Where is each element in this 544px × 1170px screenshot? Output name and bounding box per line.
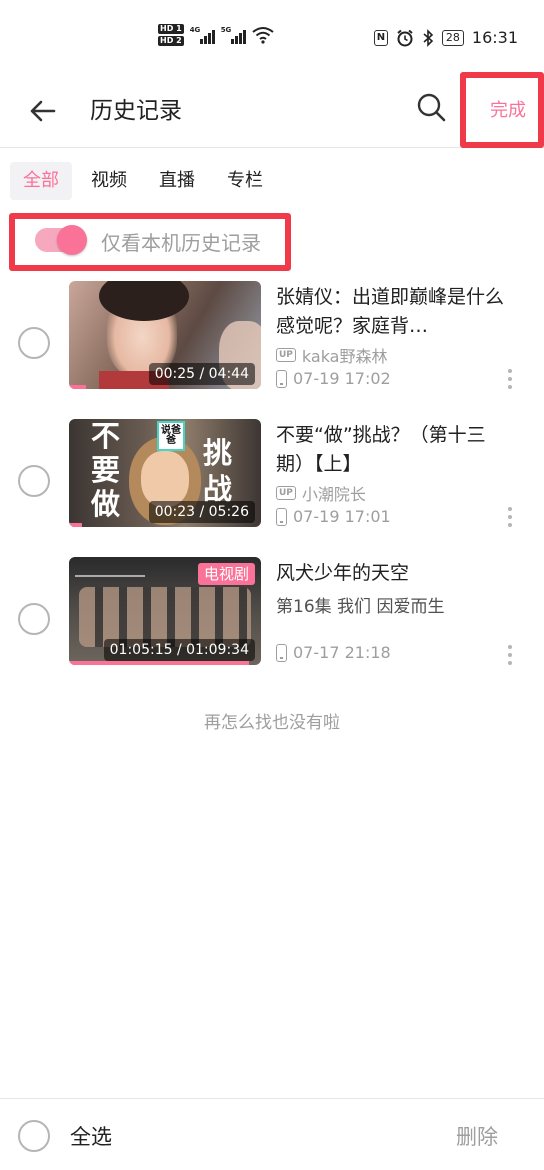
network-type-1: 4G — [189, 26, 201, 34]
watch-date: 07-19 17:01 — [293, 507, 391, 526]
video-duration: 00:25 / 04:44 — [148, 363, 255, 385]
tv-series-badge: 电视剧 — [197, 563, 255, 585]
system-indicators: N 28 16:31 — [373, 28, 518, 47]
history-item[interactable]: 电视剧 01:05:15 / 01:09:34 风犬少年的天空 第16集 我们 … — [0, 557, 544, 667]
select-all-label[interactable]: 全选 — [70, 1121, 112, 1151]
page-title: 历史记录 — [90, 98, 182, 124]
phone-icon — [276, 643, 287, 662]
episode-subtitle: 第16集 我们 因爱而生 — [276, 597, 445, 617]
hd2-badge: HD 2 — [158, 36, 184, 46]
network-type-2: 5G — [220, 26, 232, 34]
phone-icon — [276, 369, 287, 388]
video-duration: 00:23 / 05:26 — [148, 501, 255, 523]
watch-time: 07-17 21:18 — [276, 643, 391, 662]
local-history-highlight-box: 仅看本机历史记录 — [9, 213, 291, 271]
bottom-action-bar: 全选 删除 — [0, 1098, 544, 1170]
watch-date: 07-17 21:18 — [293, 643, 391, 662]
select-radio[interactable] — [18, 603, 50, 635]
status-bar: HD 1 HD 2 4G 5G N 28 16:31 — [0, 0, 544, 78]
more-options-icon[interactable] — [506, 369, 514, 389]
search-icon[interactable] — [414, 90, 448, 124]
video-thumbnail[interactable]: 00:25 / 04:44 — [69, 281, 261, 389]
done-button[interactable]: 完成 — [490, 96, 526, 122]
category-tabs: 全部 视频 直播 专栏 — [10, 162, 276, 200]
watch-date: 07-19 17:02 — [293, 369, 391, 388]
tab-live[interactable]: 直播 — [146, 162, 208, 200]
bluetooth-icon — [423, 28, 434, 47]
tab-column[interactable]: 专栏 — [214, 162, 276, 200]
watch-time: 07-19 17:02 — [276, 369, 391, 388]
signal-icon: 4G — [190, 26, 215, 44]
end-of-list-note: 再怎么找也没有啦 — [204, 713, 340, 733]
select-radio[interactable] — [18, 465, 50, 497]
clock: 16:31 — [471, 28, 518, 47]
video-thumbnail[interactable]: 不要做 挑战 说爸爸 00:23 / 05:26 — [69, 419, 261, 527]
video-title: 风犬少年的天空 — [276, 562, 410, 584]
video-thumbnail[interactable]: 电视剧 01:05:15 / 01:09:34 — [69, 557, 261, 665]
signal-icon: 5G — [221, 26, 246, 44]
local-history-toggle[interactable] — [35, 225, 87, 255]
select-all-radio[interactable] — [18, 1120, 50, 1152]
nfc-icon: N — [373, 29, 388, 46]
up-badge: UP — [276, 348, 296, 362]
select-radio[interactable] — [18, 327, 50, 359]
up-badge: UP — [276, 486, 296, 500]
back-arrow-icon[interactable] — [26, 94, 60, 128]
uploader-name: kaka野森林 — [301, 347, 388, 366]
app-header: 历史记录 完成 — [0, 72, 544, 148]
uploader-name: 小潮院长 — [301, 485, 366, 504]
more-options-icon[interactable] — [506, 645, 514, 665]
hd-badges: HD 1 HD 2 — [158, 24, 184, 46]
done-highlight-box: 完成 — [460, 72, 544, 148]
uploader-info: UP kaka野森林 — [276, 343, 388, 367]
toggle-knob — [57, 225, 87, 255]
hd1-badge: HD 1 — [158, 24, 184, 34]
video-duration: 01:05:15 / 01:09:34 — [103, 639, 255, 661]
alarm-icon — [397, 29, 413, 46]
tab-video[interactable]: 视频 — [78, 162, 140, 200]
video-title: 张婧仪：出道即巅峰是什么感觉呢？家庭背… — [276, 286, 505, 337]
thumb-big-text-left: 不要做 — [91, 419, 121, 521]
watch-time: 07-19 17:01 — [276, 507, 391, 526]
delete-button[interactable]: 删除 — [456, 1121, 498, 1151]
thumb-big-text-right: 挑战 — [203, 436, 233, 506]
more-options-icon[interactable] — [506, 507, 514, 527]
thumb-sticker: 说爸爸 — [157, 421, 185, 451]
history-item[interactable]: 00:25 / 04:44 张婧仪：出道即巅峰是什么感觉呢？家庭背… UP ka… — [0, 281, 544, 391]
battery-indicator: 28 — [441, 29, 464, 46]
video-title: 不要“做”挑战？（第十三期）【上】 — [276, 424, 486, 475]
watch-progress-bar — [69, 385, 87, 389]
history-item[interactable]: 不要做 挑战 说爸爸 00:23 / 05:26 不要“做”挑战？（第十三期）【… — [0, 419, 544, 529]
local-history-label: 仅看本机历史记录 — [101, 231, 261, 255]
tab-all[interactable]: 全部 — [10, 162, 72, 200]
watch-progress-bar — [69, 523, 83, 527]
watch-progress-bar — [69, 661, 250, 665]
phone-icon — [276, 507, 287, 526]
wifi-icon — [252, 27, 274, 44]
uploader-info: UP 小潮院长 — [276, 481, 366, 505]
network-indicators: HD 1 HD 2 4G 5G — [158, 24, 274, 46]
